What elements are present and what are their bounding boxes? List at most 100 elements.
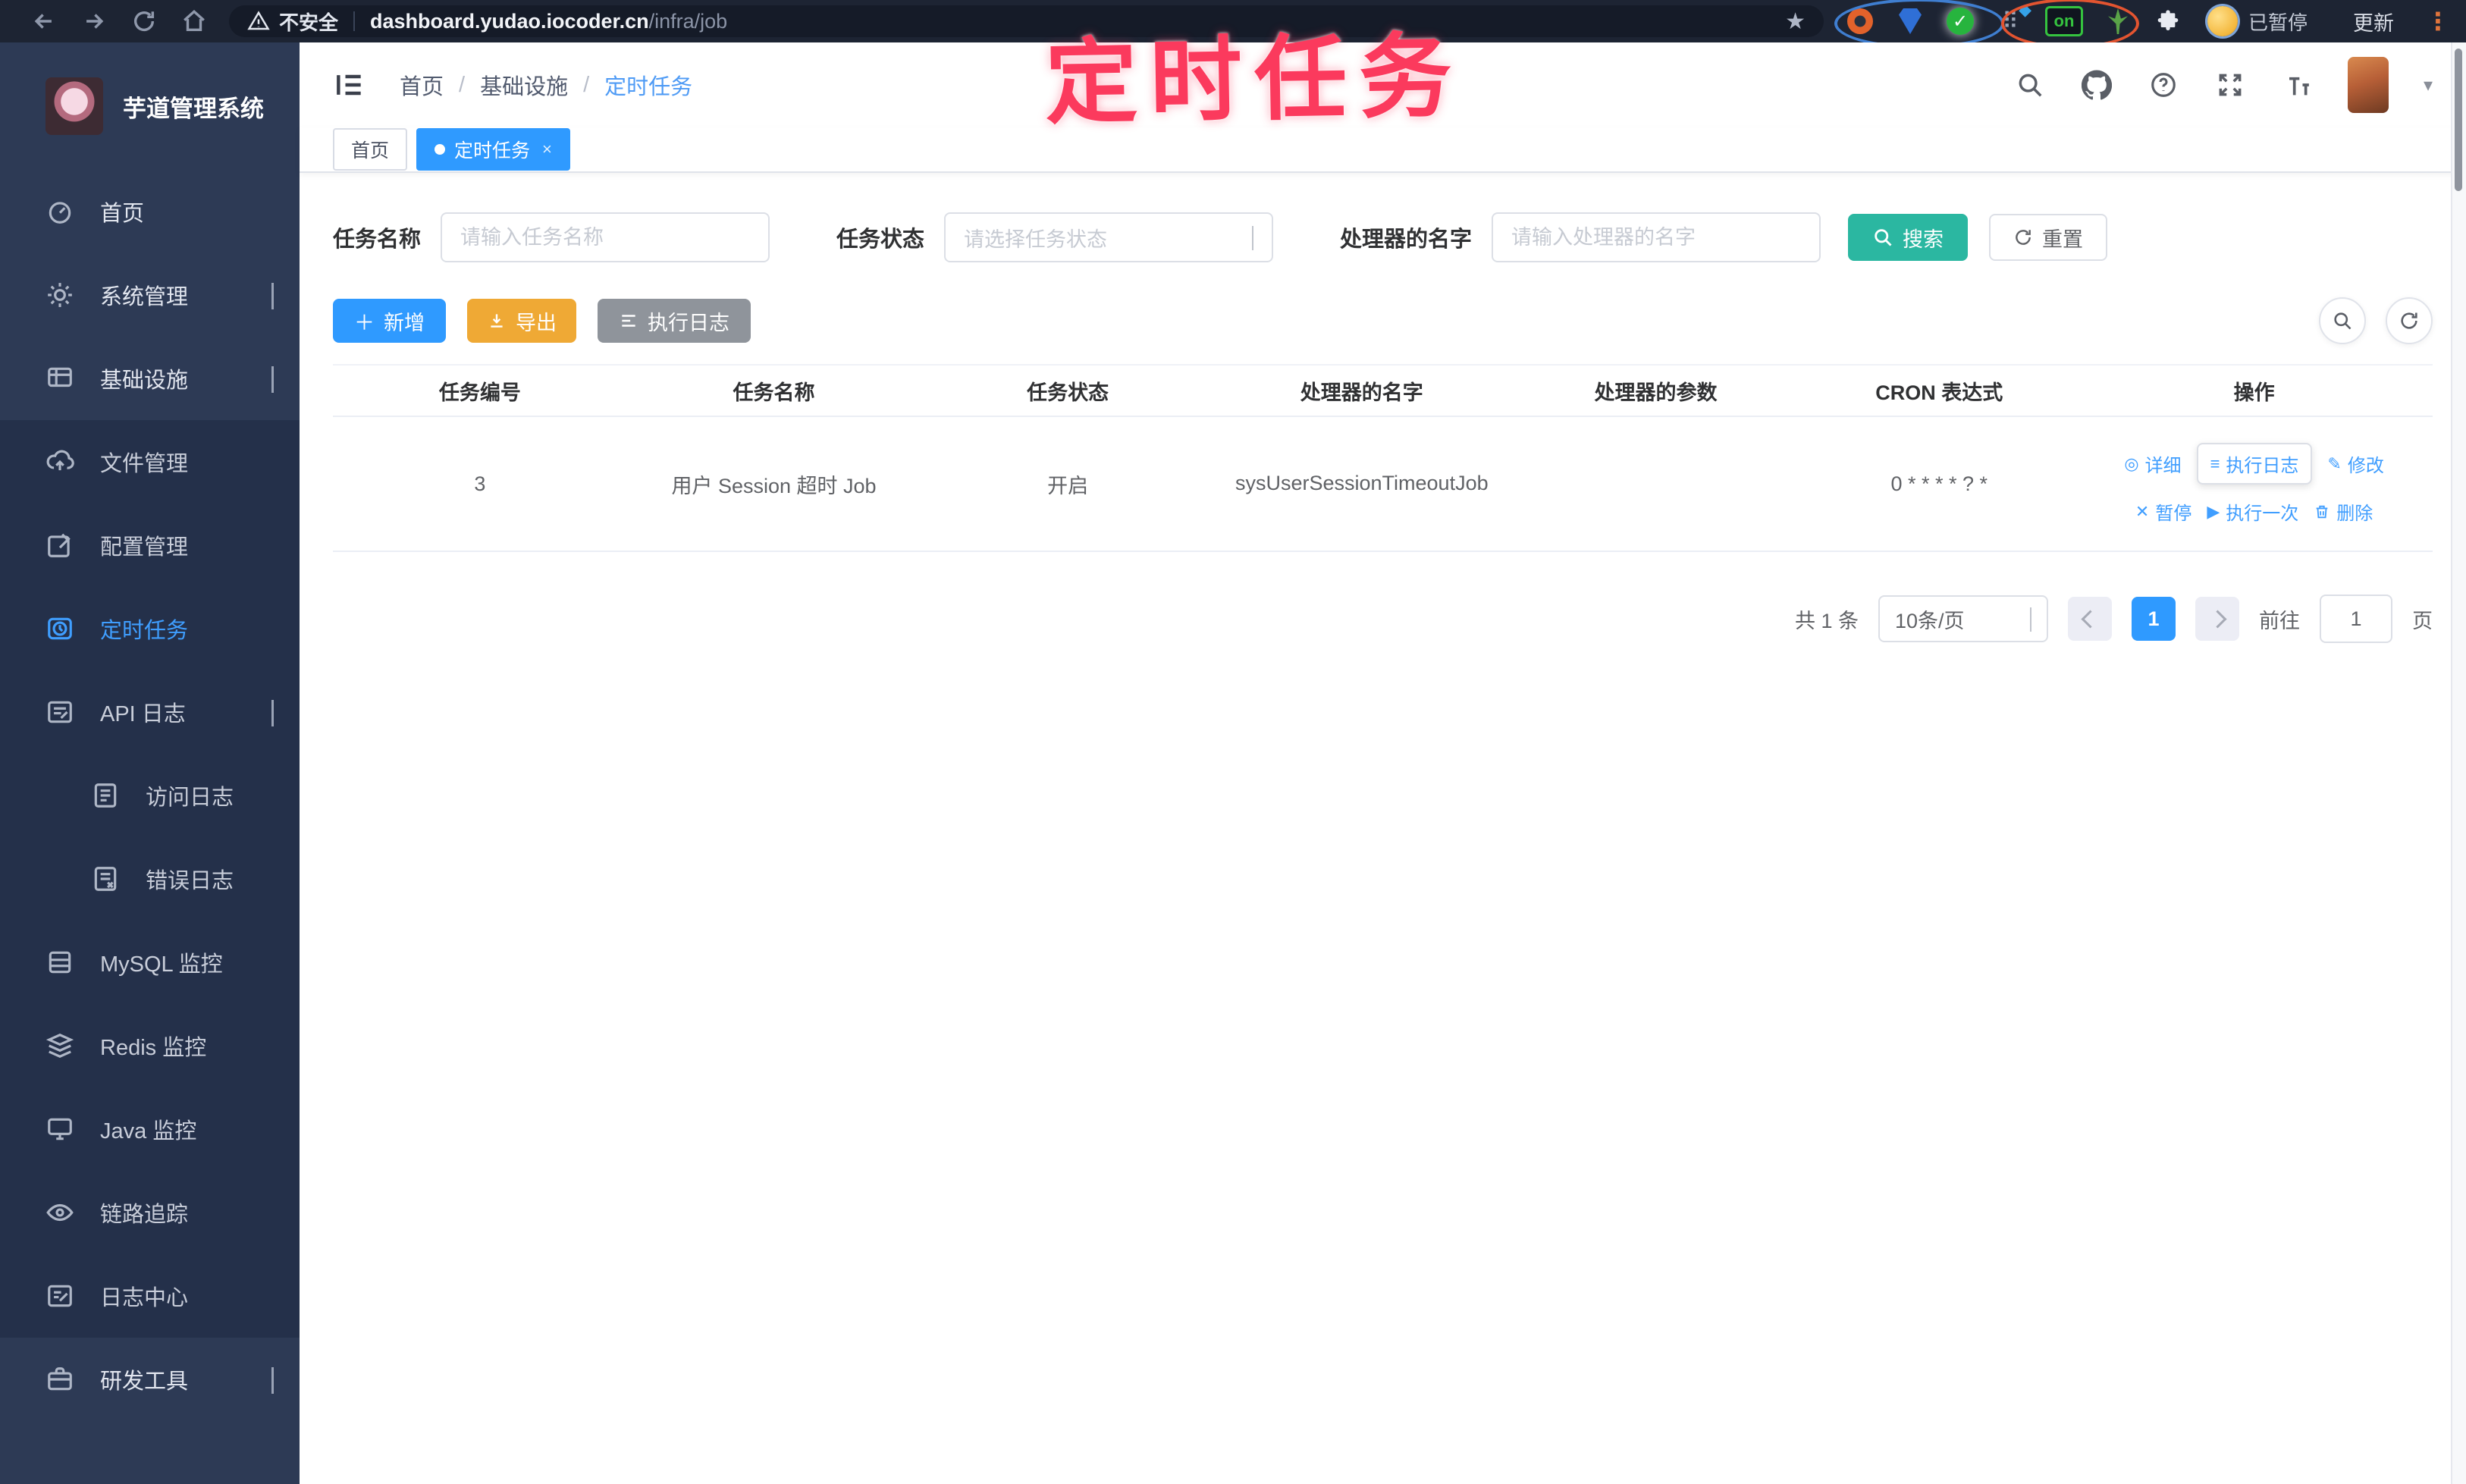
database-icon bbox=[45, 948, 74, 977]
export-button[interactable]: 导出 bbox=[467, 299, 576, 343]
eye-icon: ◎ bbox=[2124, 453, 2139, 473]
home-icon[interactable] bbox=[177, 5, 211, 38]
edit-link[interactable]: ✎ 修改 bbox=[2327, 450, 2383, 477]
search-button[interactable]: 搜索 bbox=[1848, 214, 1969, 261]
goto-label: 前往 bbox=[2259, 609, 2300, 632]
browser-menu-icon[interactable]: ⋮ bbox=[2426, 7, 2450, 36]
sidebar-item-trace[interactable]: 链路追踪 bbox=[0, 1171, 300, 1254]
chevron-down-icon bbox=[271, 1366, 274, 1394]
job-log-link[interactable]: ≡ 执行日志 bbox=[2196, 443, 2313, 485]
prev-page-button[interactable] bbox=[2068, 597, 2112, 641]
sidebar-item-mysql-monitor[interactable]: MySQL 监控 bbox=[0, 921, 300, 1004]
main-area: 首页 / 基础设施 / 定时任务 ▾ 首页 定时任务 × 任务名称 请输入任务名… bbox=[300, 42, 2466, 1484]
sync-paused-label: 已暂停 bbox=[2248, 11, 2308, 34]
cell-job-name: 用户 Session 超时 Job bbox=[671, 474, 877, 497]
add-button[interactable]: ＋ 新增 bbox=[333, 299, 446, 343]
search-icon[interactable] bbox=[2014, 69, 2046, 101]
sidebar-item-log-center[interactable]: 日志中心 bbox=[0, 1254, 300, 1338]
caret-down-icon[interactable]: ▾ bbox=[2424, 74, 2433, 96]
monitor-icon bbox=[45, 1115, 74, 1144]
handler-name-input[interactable] bbox=[1492, 212, 1821, 262]
sidebar-item-infra[interactable]: 基础设施 bbox=[0, 337, 300, 420]
goto-page-input[interactable] bbox=[2320, 595, 2392, 643]
edit-icon: ✎ bbox=[2327, 453, 2342, 473]
api-log-icon bbox=[45, 698, 74, 726]
browser-profile-chip[interactable]: 已暂停 bbox=[2203, 3, 2321, 39]
gear-icon bbox=[45, 281, 74, 309]
window-scrollbar[interactable] bbox=[2451, 42, 2466, 1484]
app-logo-block[interactable]: 芋道管理系统 bbox=[0, 42, 300, 170]
extension-blue-icon[interactable] bbox=[1895, 6, 1925, 36]
cell-job-id: 3 bbox=[474, 472, 486, 495]
help-icon[interactable] bbox=[2148, 69, 2179, 101]
next-page-button[interactable] bbox=[2195, 597, 2239, 641]
task-status-select[interactable]: 请选择任务状态 bbox=[944, 212, 1274, 262]
chevron-down-icon bbox=[271, 282, 274, 309]
app-title: 芋道管理系统 bbox=[123, 95, 264, 122]
trash-icon bbox=[2316, 505, 2328, 518]
url-host: dashboard.yudao.iocoder.cn bbox=[370, 9, 649, 33]
sidebar: 芋道管理系统 首页 系统管理 基础设施 文件管理 配置管理 定时任务 API 日… bbox=[0, 42, 300, 1484]
chrome-update-button[interactable]: 更新 bbox=[2341, 4, 2406, 39]
error-log-icon bbox=[91, 864, 120, 893]
task-name-input[interactable] bbox=[441, 212, 770, 262]
eye-icon bbox=[45, 1198, 74, 1227]
delete-link[interactable]: 删除 bbox=[2314, 498, 2373, 525]
sidebar-item-dev-tools[interactable]: 研发工具 bbox=[0, 1338, 300, 1421]
app-logo bbox=[45, 77, 103, 135]
sidebar-item-api-log[interactable]: API 日志 bbox=[0, 670, 300, 754]
page-unit-label: 页 bbox=[2412, 609, 2433, 632]
table-tools bbox=[2319, 297, 2433, 344]
run-once-link[interactable]: ▶ 执行一次 bbox=[2207, 498, 2298, 525]
fullscreen-icon[interactable] bbox=[2214, 69, 2246, 101]
address-bar[interactable]: 不安全 dashboard.yudao.iocoder.cn/infra/job… bbox=[229, 5, 1824, 37]
plus-icon: ＋ bbox=[354, 311, 375, 334]
sidebar-item-java-monitor[interactable]: Java 监控 bbox=[0, 1087, 300, 1171]
forward-icon[interactable] bbox=[77, 5, 111, 38]
cell-actions: ◎ 详细 ≡ 执行日志 ✎ 修改 ✕ 暂停 ▶ 执行一次 删除 bbox=[2075, 443, 2433, 525]
table-row: 3 用户 Session 超时 Job 开启 sysUserSessionTim… bbox=[333, 417, 2433, 552]
scrollbar-thumb[interactable] bbox=[2455, 49, 2462, 191]
sidebar-item-scheduled-job[interactable]: 定时任务 bbox=[0, 587, 300, 670]
extension-green-check-icon[interactable]: ✓ bbox=[1945, 6, 1975, 36]
font-size-icon[interactable] bbox=[2281, 69, 2313, 101]
breadcrumb-infra[interactable]: 基础设施 bbox=[480, 69, 568, 101]
detail-link[interactable]: ◎ 详细 bbox=[2124, 450, 2181, 477]
log-icon bbox=[622, 315, 635, 327]
chevron-down-icon bbox=[1252, 225, 1254, 250]
sidebar-item-home[interactable]: 首页 bbox=[0, 170, 300, 253]
user-avatar[interactable] bbox=[2347, 57, 2389, 113]
current-page-button[interactable]: 1 bbox=[2132, 597, 2176, 641]
sidebar-item-config-manage[interactable]: 配置管理 bbox=[0, 504, 300, 587]
close-icon: ✕ bbox=[2135, 501, 2150, 521]
extension-on-badge-icon[interactable]: on bbox=[2045, 6, 2083, 36]
sidebar-menu: 首页 系统管理 基础设施 文件管理 配置管理 定时任务 API 日志 访问日志 … bbox=[0, 170, 300, 1421]
extension-orange-icon[interactable] bbox=[1845, 6, 1875, 36]
breadcrumb-home[interactable]: 首页 bbox=[400, 69, 444, 101]
sidebar-item-redis-monitor[interactable]: Redis 监控 bbox=[0, 1004, 300, 1087]
close-tab-icon[interactable]: × bbox=[542, 140, 552, 159]
reload-icon[interactable] bbox=[127, 5, 161, 38]
bookmark-star-icon[interactable]: ★ bbox=[1785, 8, 1806, 35]
refresh-icon bbox=[2016, 230, 2031, 245]
tab-scheduled-job[interactable]: 定时任务 × bbox=[416, 128, 570, 171]
exec-log-button[interactable]: 执行日志 bbox=[598, 299, 751, 343]
extension-grid-icon[interactable]: ⠿ ◆ bbox=[1995, 0, 2031, 36]
pause-link[interactable]: ✕ 暂停 bbox=[2135, 498, 2191, 525]
sidebar-item-error-log[interactable]: 错误日志 bbox=[0, 837, 300, 921]
tab-home[interactable]: 首页 bbox=[333, 128, 408, 171]
refresh-table-icon[interactable] bbox=[2386, 297, 2433, 344]
page-size-select[interactable]: 10条/页 bbox=[1878, 595, 2048, 642]
back-icon[interactable] bbox=[27, 5, 61, 38]
breadcrumb-current: 定时任务 bbox=[604, 75, 693, 99]
sidebar-item-file-manage[interactable]: 文件管理 bbox=[0, 420, 300, 504]
reset-button[interactable]: 重置 bbox=[1989, 214, 2108, 261]
sidebar-item-access-log[interactable]: 访问日志 bbox=[0, 754, 300, 837]
github-icon[interactable] bbox=[2081, 69, 2113, 101]
extensions-puzzle-icon[interactable] bbox=[2153, 6, 2183, 36]
extension-plant-icon[interactable] bbox=[2103, 6, 2133, 36]
table-header-row: 任务编号 任务名称 任务状态 处理器的名字 处理器的参数 CRON 表达式 操作 bbox=[333, 366, 2433, 417]
collapse-sidebar-icon[interactable] bbox=[333, 68, 366, 102]
toggle-search-icon[interactable] bbox=[2319, 297, 2366, 344]
sidebar-item-system[interactable]: 系统管理 bbox=[0, 253, 300, 337]
